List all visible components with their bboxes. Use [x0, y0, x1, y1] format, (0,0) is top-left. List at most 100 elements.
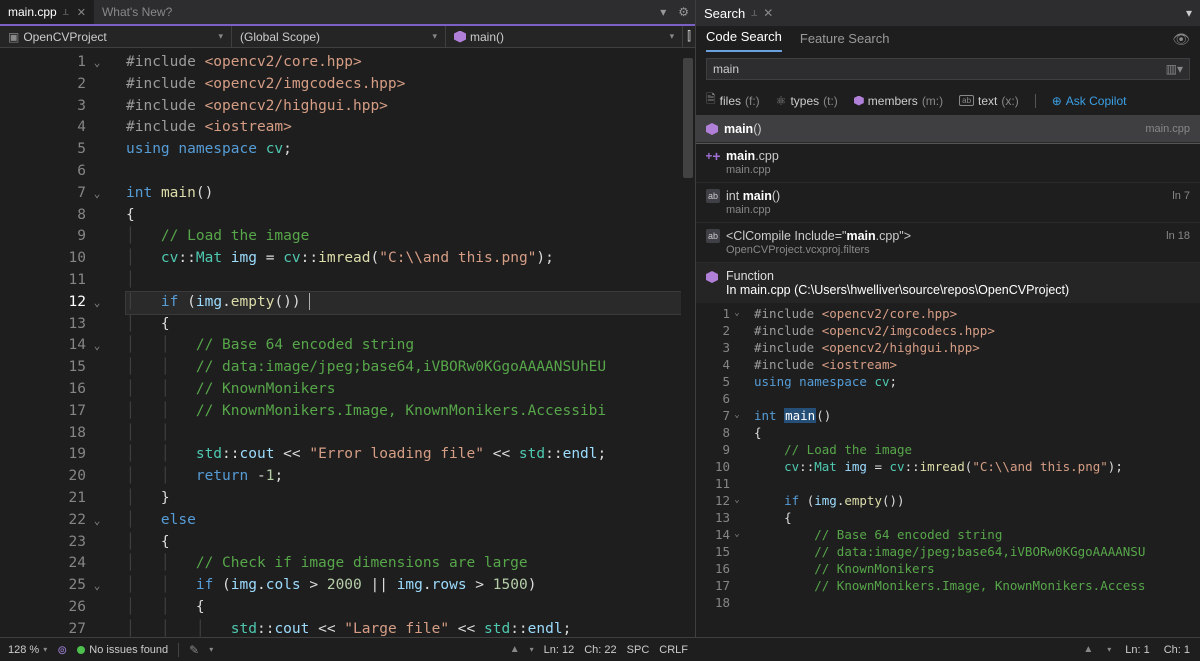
eye-off-icon[interactable]: 👁 — [1172, 31, 1190, 52]
code-line[interactable]: int main() — [126, 183, 681, 205]
tab-code-search[interactable]: Code Search — [706, 25, 782, 52]
code-line[interactable]: │ cv::Mat img = cv::imread("C:\\and this… — [126, 248, 681, 270]
project-dropdown[interactable]: ▣ OpenCVProject ▾ — [0, 26, 232, 47]
search-result-item[interactable]: main()main.cpp — [696, 116, 1200, 143]
code-line[interactable]: int main() — [754, 407, 1200, 424]
line-indicator[interactable]: Ln: 1 — [1125, 644, 1149, 656]
code-line[interactable]: │ else — [126, 510, 681, 532]
code-line[interactable]: { — [754, 509, 1200, 526]
code-line[interactable]: #include <iostream> — [126, 117, 681, 139]
close-icon[interactable]: ✕ — [77, 6, 86, 19]
scope-dropdown[interactable]: (Global Scope) ▾ — [232, 26, 446, 47]
code-line[interactable]: │ — [126, 270, 681, 292]
search-result-item[interactable]: abint main()ln 7main.cpp — [696, 183, 1200, 223]
brush-icon[interactable] — [189, 643, 199, 657]
lineend-indicator[interactable]: CRLF — [659, 644, 688, 656]
code-line[interactable]: #include <opencv2/core.hpp> — [126, 52, 681, 74]
fold-toggle-icon[interactable]: ⌄ — [732, 305, 742, 322]
code-line[interactable]: │ } — [126, 488, 681, 510]
nav-arrow-icon[interactable]: ▲ — [510, 644, 520, 655]
zoom-level[interactable]: 128 % ▾ — [8, 644, 47, 656]
issues-indicator[interactable]: No issues found — [77, 644, 168, 656]
code-line[interactable]: // KnownMonikers — [754, 560, 1200, 577]
code-line[interactable] — [754, 390, 1200, 407]
line-number: 16 — [0, 379, 86, 401]
code-line[interactable]: │ { — [126, 314, 681, 336]
filter-members[interactable]: members (m:) — [854, 94, 943, 108]
code-line[interactable]: // data:image/jpeg;base64,iVBORw0KGgoAAA… — [754, 543, 1200, 560]
code-line[interactable]: │ │ — [126, 423, 681, 445]
panel-dropdown-icon[interactable]: ▾ — [1186, 6, 1192, 20]
function-dropdown[interactable]: main() ▾ — [446, 26, 683, 47]
search-result-item[interactable]: ab<ClCompile Include="main.cpp">ln 18Ope… — [696, 223, 1200, 263]
add-file-icon: ++ — [706, 149, 720, 163]
nav-arrow-icon[interactable]: ▲ — [1083, 644, 1093, 655]
code-line[interactable]: │ // Load the image — [126, 226, 681, 248]
code-line[interactable]: │ │ { — [126, 597, 681, 619]
search-input[interactable] — [713, 62, 1166, 76]
code-line[interactable]: #include <opencv2/highgui.hpp> — [126, 96, 681, 118]
code-line[interactable]: #include <opencv2/imgcodecs.hpp> — [126, 74, 681, 96]
code-line[interactable]: │ │ return -1; — [126, 466, 681, 488]
code-line[interactable]: // Base 64 encoded string — [754, 526, 1200, 543]
code-line[interactable]: // Load the image — [754, 441, 1200, 458]
pin-icon[interactable]: ⟂ — [63, 7, 69, 18]
code-line[interactable]: │ │ // KnownMonikers — [126, 379, 681, 401]
fold-toggle-icon[interactable]: ⌄ — [732, 526, 742, 543]
line-indicator[interactable]: Ln: 12 — [544, 644, 575, 656]
fold-toggle-icon[interactable]: ⌄ — [732, 492, 742, 509]
code-line[interactable]: { — [754, 424, 1200, 441]
code-line[interactable]: │ │ // Base 64 encoded string — [126, 335, 681, 357]
code-editor[interactable]: 1⌄234567⌄89101112⌄1314⌄1516171819202122⌄… — [0, 48, 695, 637]
line-number: 14⌄ — [696, 526, 730, 543]
vertical-scrollbar[interactable] — [681, 48, 695, 637]
ask-copilot-button[interactable]: ⊕ Ask Copilot — [1052, 94, 1127, 108]
search-result-item[interactable]: ++main.cppmain.cpp — [696, 143, 1200, 183]
code-line[interactable]: │ │ std::cout << "Error loading file" <<… — [126, 444, 681, 466]
close-icon[interactable]: ✕ — [763, 6, 773, 20]
code-line[interactable] — [754, 594, 1200, 611]
code-line[interactable]: │ │ if (img.cols > 2000 || img.rows > 15… — [126, 575, 681, 597]
code-line[interactable]: #include <opencv2/imgcodecs.hpp> — [754, 322, 1200, 339]
filter-dropdown-icon[interactable]: ▥▾ — [1166, 62, 1183, 76]
gear-icon[interactable]: ⚙ — [672, 5, 695, 19]
code-line[interactable]: │ │ // data:image/jpeg;base64,iVBORw0KGg… — [126, 357, 681, 379]
result-subtitle: main.cpp — [706, 204, 1190, 216]
code-line[interactable]: if (img.empty()) — [754, 492, 1200, 509]
filter-text[interactable]: ab text (x:) — [959, 94, 1019, 108]
spaces-indicator[interactable]: SPC — [627, 644, 650, 656]
code-line[interactable]: #include <opencv2/highgui.hpp> — [754, 339, 1200, 356]
code-line[interactable]: // KnownMonikers.Image, KnownMonikers.Ac… — [754, 577, 1200, 594]
code-line[interactable]: #include <opencv2/core.hpp> — [754, 305, 1200, 322]
preview-code[interactable]: 1⌄234567⌄89101112⌄1314⌄15161718 #include… — [696, 303, 1200, 637]
line-number: 1⌄ — [696, 305, 730, 322]
code-line[interactable]: │ │ // KnownMonikers.Image, KnownMoniker… — [126, 401, 681, 423]
scrollbar-thumb[interactable] — [683, 58, 693, 178]
tab-whats-new[interactable]: What's New? — [94, 0, 180, 24]
char-indicator[interactable]: Ch: 1 — [1164, 644, 1190, 656]
split-icon[interactable]: ⫿ — [683, 29, 695, 44]
code-line[interactable] — [754, 475, 1200, 492]
filter-files[interactable]: 🗎 files (f:) — [706, 90, 760, 111]
code-line[interactable]: using namespace cv; — [126, 139, 681, 161]
copilot-status-icon[interactable]: ⊚ — [57, 643, 67, 657]
code-line[interactable]: │ │ │ std::cout << "Large file" << std::… — [126, 619, 681, 637]
code-line[interactable] — [126, 161, 681, 183]
code-line[interactable]: │ { — [126, 532, 681, 554]
code-line[interactable]: │ if (img.empty()) — [126, 292, 681, 314]
preview-code-area[interactable]: #include <opencv2/core.hpp>#include <ope… — [736, 305, 1200, 637]
code-line[interactable]: #include <iostream> — [754, 356, 1200, 373]
fold-toggle-icon[interactable]: ⌄ — [732, 407, 742, 424]
code-line[interactable]: using namespace cv; — [754, 373, 1200, 390]
tab-feature-search[interactable]: Feature Search — [800, 27, 890, 52]
tab-main-cpp[interactable]: main.cpp ⟂ ✕ — [0, 0, 94, 24]
pin-icon[interactable]: ⟂ — [751, 8, 757, 19]
code-line[interactable]: │ │ // Check if image dimensions are lar… — [126, 553, 681, 575]
code-line[interactable]: { — [126, 205, 681, 227]
filter-types[interactable]: ⚛ types (t:) — [776, 94, 838, 108]
tab-dropdown-icon[interactable]: ▾ — [654, 5, 672, 19]
editor-code-area[interactable]: #include <opencv2/core.hpp>#include <ope… — [94, 48, 681, 637]
char-indicator[interactable]: Ch: 22 — [584, 644, 616, 656]
code-line[interactable]: cv::Mat img = cv::imread("C:\\and this.p… — [754, 458, 1200, 475]
cube-icon — [706, 271, 718, 283]
